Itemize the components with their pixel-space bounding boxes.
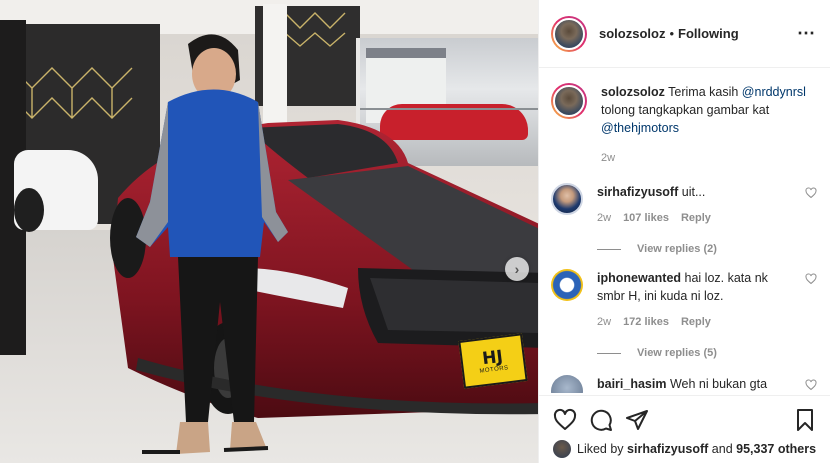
bookmark-icon[interactable] — [793, 408, 817, 432]
heart-icon[interactable] — [805, 273, 817, 285]
comment-username[interactable]: bairi_hasim — [597, 377, 666, 391]
comment-row: sirhafizyusoff uit... 2w 107 likes Reply — [551, 183, 817, 227]
action-icons — [553, 408, 817, 432]
author-avatar[interactable] — [551, 15, 587, 52]
comment-avatar[interactable] — [551, 375, 583, 393]
mention-link[interactable]: @thehjmotors — [601, 121, 679, 135]
comment-meta: 2w 107 likes Reply — [597, 209, 797, 227]
comment-body: sirhafizyusoff uit... 2w 107 likes Reply — [597, 183, 797, 227]
replies-divider — [597, 352, 621, 354]
comment-body: bairi_hasim Weh ni bukan gta — [597, 375, 797, 393]
view-replies-label: View replies (2) — [637, 243, 717, 255]
replies-divider — [597, 248, 621, 250]
carousel-next-button[interactable]: › — [505, 257, 529, 281]
heart-icon[interactable] — [805, 187, 817, 199]
comments-list[interactable]: solozsoloz Terima kasih @nrddynrsl tolon… — [539, 69, 830, 393]
caption-text: tolong tangkapkan gambar kat — [601, 103, 770, 117]
comment-body: iphonewanted hai loz. kata nk smbr H, in… — [597, 269, 797, 331]
white-car — [14, 150, 98, 232]
window-railing — [360, 108, 538, 110]
view-replies-button[interactable]: View replies (2) — [597, 243, 817, 255]
author-username[interactable]: solozsoloz — [599, 26, 665, 41]
liked-and: and — [711, 442, 733, 456]
comment-bubble-icon[interactable] — [589, 408, 613, 432]
liker-avatar[interactable] — [553, 440, 571, 458]
post-side-panel: solozsoloz • Following ⋯ solozsoloz Teri… — [538, 0, 830, 463]
comment-row: bairi_hasim Weh ni bukan gta — [551, 375, 817, 393]
white-car-wheel — [14, 188, 44, 232]
comment-username[interactable]: iphonewanted — [597, 271, 681, 285]
comment-likes[interactable]: 172 likes — [623, 313, 669, 331]
chevron-right-icon: › — [514, 261, 520, 277]
view-replies-button[interactable]: View replies (5) — [597, 347, 817, 359]
header-separator: • — [669, 26, 675, 41]
caption-avatar[interactable] — [551, 83, 587, 119]
comment-reply-button[interactable]: Reply — [681, 313, 711, 331]
liked-user-link[interactable]: sirhafizyusoff — [627, 442, 708, 456]
liked-prefix: Liked by — [577, 442, 624, 456]
comment-reply-button[interactable]: Reply — [681, 209, 711, 227]
caption-time[interactable]: 2w — [601, 149, 615, 167]
caption-text: Terima kasih — [668, 85, 742, 99]
like-heart-icon[interactable] — [553, 408, 577, 432]
liked-others-link[interactable]: 95,337 others — [736, 442, 816, 456]
more-options-icon[interactable]: ⋯ — [797, 23, 816, 44]
comment-likes[interactable]: 107 likes — [623, 209, 669, 227]
comment-avatar[interactable] — [551, 183, 583, 215]
comment-time[interactable]: 2w — [597, 209, 611, 227]
comment-time[interactable]: 2w — [597, 313, 611, 331]
follow-status-button[interactable]: Following — [678, 26, 739, 41]
caption-body: solozsoloz Terima kasih @nrddynrsl tolon… — [601, 83, 817, 167]
heart-icon[interactable] — [805, 379, 817, 391]
caption-meta: 2w — [601, 149, 817, 167]
comment-meta: 2w 172 likes Reply — [597, 313, 797, 331]
comment-text: uit... — [681, 185, 706, 199]
caption-row: solozsoloz Terima kasih @nrddynrsl tolon… — [551, 83, 817, 167]
post-actions-bar: Liked by sirhafizyusoff and 95,337 other… — [539, 395, 830, 463]
post-photo[interactable]: HJ MOTORS › — [0, 0, 538, 463]
post-header: solozsoloz • Following ⋯ — [539, 0, 830, 68]
comment-username[interactable]: sirhafizyusoff — [597, 185, 678, 199]
person-standing — [136, 34, 288, 454]
caption-username[interactable]: solozsoloz — [601, 85, 665, 99]
view-replies-label: View replies (5) — [637, 347, 717, 359]
mention-link[interactable]: @nrddynrsl — [742, 85, 806, 99]
hj-motors-plate: HJ MOTORS — [458, 333, 528, 389]
comment-avatar[interactable] — [551, 269, 583, 301]
comment-row: iphonewanted hai loz. kata nk smbr H, in… — [551, 269, 817, 331]
comment-text: Weh ni bukan gta — [669, 377, 768, 391]
liked-by-line: Liked by sirhafizyusoff and 95,337 other… — [553, 440, 817, 458]
share-paper-plane-icon[interactable] — [625, 408, 649, 432]
